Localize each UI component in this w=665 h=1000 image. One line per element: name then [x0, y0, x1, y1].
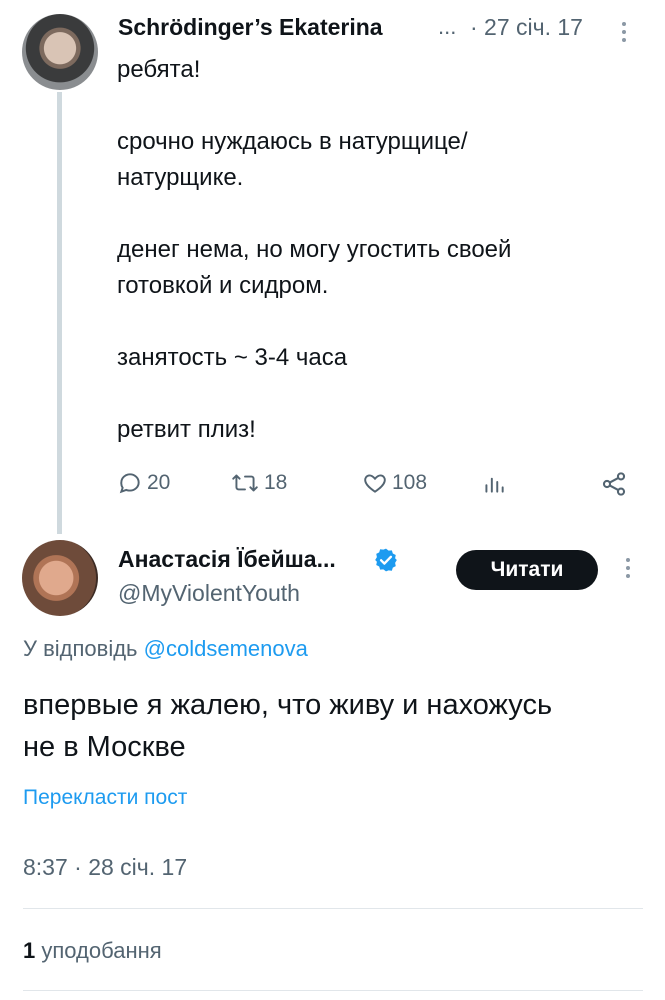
- share-icon: [602, 472, 626, 496]
- author-name[interactable]: Анастасія Їбейша...: [118, 546, 336, 573]
- tweet-date[interactable]: · 27 січ. 17: [470, 14, 583, 41]
- author-avatar[interactable]: [22, 540, 98, 616]
- thread-line: [57, 92, 62, 534]
- tweet-timestamp[interactable]: 8:37 · 28 січ. 17: [23, 854, 187, 881]
- tweet-text: впервые я жалею, что живу и нахожусь не …: [23, 689, 553, 763]
- follow-button[interactable]: Читати: [456, 550, 598, 590]
- author-handle[interactable]: @MyViolentYouth: [118, 580, 300, 607]
- tweet-text: ребята! срочно нуждаюсь в натурщице/ нат…: [117, 56, 512, 443]
- translate-post-link[interactable]: Перекласти пост: [23, 786, 187, 810]
- divider: [23, 908, 643, 909]
- reply-button[interactable]: 20: [117, 470, 170, 496]
- reply-context: У відповідь @coldsemenova: [23, 636, 308, 662]
- share-button[interactable]: [600, 470, 628, 498]
- more-options-icon[interactable]: [624, 558, 632, 578]
- reply-count: 20: [147, 471, 171, 494]
- heart-icon: [364, 474, 386, 493]
- analytics-icon: [485, 477, 504, 493]
- reply-prefix: У відповідь: [23, 636, 138, 661]
- reply-mention-link[interactable]: @coldsemenova: [144, 636, 308, 661]
- more-options-icon[interactable]: [620, 22, 628, 42]
- verified-badge-icon: [375, 548, 397, 572]
- like-count: 108: [392, 471, 428, 494]
- likes-count: 1: [23, 938, 36, 963]
- likes-label: уподобання: [41, 938, 162, 963]
- divider: [23, 990, 643, 991]
- author-name[interactable]: Schrödinger’s Ekaterina: [118, 14, 383, 41]
- like-button[interactable]: 108: [362, 470, 427, 496]
- retweet-count: 18: [264, 471, 288, 494]
- likes-summary[interactable]: 1 уподобання: [23, 938, 162, 964]
- retweet-icon: [232, 474, 258, 492]
- author-avatar[interactable]: [22, 14, 98, 90]
- views-button[interactable]: [481, 470, 507, 496]
- retweet-button[interactable]: 18: [230, 470, 287, 496]
- reply-icon: [119, 473, 140, 494]
- name-truncation: ...: [438, 14, 457, 39]
